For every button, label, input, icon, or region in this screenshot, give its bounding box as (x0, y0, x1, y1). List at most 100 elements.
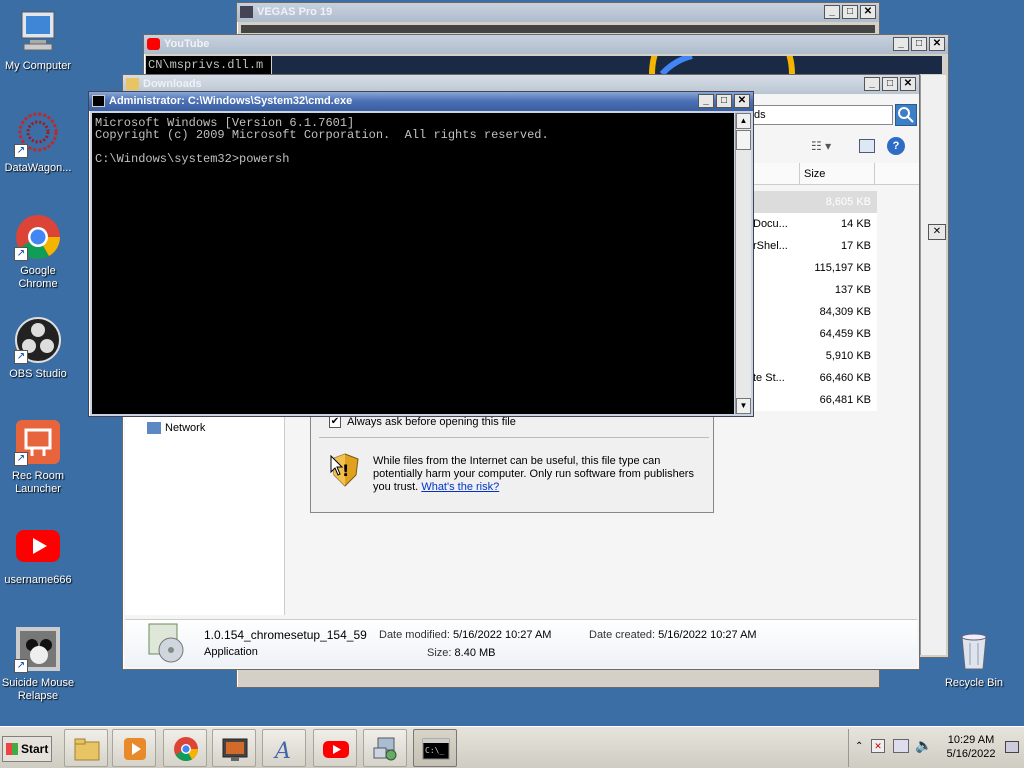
youtube-mini-close[interactable]: ✕ (928, 224, 946, 240)
network-icon (147, 422, 161, 435)
file-row[interactable]: 66,481 KB (753, 389, 877, 411)
taskbar-font-button[interactable]: A (262, 729, 306, 767)
taskbar-youtube-button[interactable] (313, 729, 357, 767)
desktop-icon-label: Recycle Bin (944, 677, 1004, 689)
desktop-icon-datawagon[interactable]: ↗ DataWagon... (0, 110, 76, 175)
cmd-titlebar[interactable]: Administrator: C:\Windows\System32\cmd.e… (89, 92, 753, 111)
close-button[interactable]: ✕ (860, 5, 876, 19)
obs-icon: ↗ (14, 316, 62, 364)
desktop-icon-username666[interactable]: username666 (0, 522, 76, 587)
show-hidden-icons-button[interactable]: ⌃ (855, 741, 863, 752)
shortcut-arrow-icon: ↗ (14, 144, 28, 158)
file-row[interactable]: rShel... 17 KB (753, 235, 877, 257)
always-ask-checkbox[interactable]: ✔ (329, 416, 341, 429)
details-type: Application (204, 646, 258, 658)
security-warning-dialog[interactable]: ✔ Always ask before opening this file ! … (310, 404, 714, 513)
youtube-icon (322, 736, 350, 762)
clock[interactable]: 10:29 AM 5/16/2022 (943, 733, 999, 761)
scroll-thumb[interactable] (736, 130, 751, 150)
close-button[interactable]: ✕ (734, 94, 750, 108)
close-button[interactable]: ✕ (929, 37, 945, 51)
details-filename: 1.0.154_chromesetup_154_59 (204, 628, 367, 642)
clock-date: 5/16/2022 (946, 748, 996, 760)
desktop-icon-label: OBS Studio (9, 368, 67, 380)
shortcut-arrow-icon: ↗ (14, 659, 28, 673)
taskbar-media-player-button[interactable] (112, 729, 156, 767)
shortcut-arrow-icon: ↗ (14, 350, 28, 364)
minimize-button[interactable]: _ (824, 5, 840, 19)
youtube-title: YouTube (164, 38, 210, 50)
desktop-icon-recroom[interactable]: ↗ Rec Room Launcher (0, 418, 76, 496)
windows-logo-icon (6, 743, 18, 755)
vegas-titlebar[interactable]: VEGAS Pro 19 _ □ ✕ (237, 3, 879, 22)
maximize-button[interactable]: □ (716, 94, 732, 108)
desktop-icon-label: Rec Room Launcher (12, 470, 64, 495)
media-player-icon (121, 736, 149, 762)
file-row[interactable]: 115,197 KB (753, 257, 877, 279)
explorer-icon (73, 736, 101, 762)
maximize-button[interactable]: □ (882, 77, 898, 91)
file-row[interactable]: 5,910 KB (753, 345, 877, 367)
taskbar-screen-recorder-button[interactable] (212, 729, 256, 767)
chrome-icon: ↗ (14, 213, 62, 261)
vegas-title: VEGAS Pro 19 (257, 6, 333, 18)
youtube-titlebar[interactable]: YouTube _ □ ✕ (144, 35, 948, 54)
screen-recorder-icon (221, 736, 249, 762)
computer-icon (14, 8, 62, 56)
taskbar-network-setup-button[interactable] (363, 729, 407, 767)
youtube-side-panel (920, 75, 946, 655)
mouse-cursor-icon (330, 454, 344, 477)
maximize-button[interactable]: □ (842, 5, 858, 19)
cmd-scrollbar[interactable]: ▲ ▼ (735, 113, 751, 414)
desktop-icon-obs[interactable]: ↗ OBS Studio (0, 316, 76, 381)
datawagon-icon: ↗ (14, 110, 62, 158)
whats-the-risk-link[interactable]: What's the risk? (421, 481, 499, 493)
cmd-console[interactable]: Microsoft Windows [Version 6.1.7601] Cop… (92, 113, 734, 414)
nav-item-network[interactable]: Network (147, 421, 205, 435)
action-center-icon[interactable]: ✕ (871, 739, 885, 753)
column-header-size[interactable]: Size (799, 163, 875, 185)
desktop-icon-my-computer[interactable]: My Computer (0, 8, 76, 73)
views-icon[interactable]: ☷ ▾ (811, 139, 831, 153)
file-row[interactable]: te St... 66,460 KB (753, 367, 877, 389)
scroll-down-button[interactable]: ▼ (736, 398, 751, 414)
youtube-video-area[interactable] (272, 56, 942, 74)
recycle-bin-icon (950, 625, 998, 673)
file-row[interactable]: 64,459 KB (753, 323, 877, 345)
desktop-icon-label: My Computer (4, 60, 72, 72)
taskbar: Start A C:\_ ⌃ ✕ 🔈 10:29 AM 5/16/2022 (0, 726, 1024, 768)
volume-icon[interactable]: 🔈 (915, 737, 932, 754)
taskbar-explorer-button[interactable] (64, 729, 108, 767)
minimize-button[interactable]: _ (893, 37, 909, 51)
preview-pane-icon[interactable] (859, 139, 875, 153)
console-text: CN\msprivs.dll.m (148, 58, 264, 72)
file-row[interactable]: 8,605 KB (753, 191, 877, 213)
network-icon[interactable] (893, 739, 909, 753)
cmd-output: Microsoft Windows [Version 6.1.7601] Cop… (95, 117, 549, 165)
file-list: 8,605 KB Docu... 14 KB rShel... 17 KB 115,… (753, 191, 877, 411)
close-button[interactable]: ✕ (900, 77, 916, 91)
scroll-up-button[interactable]: ▲ (736, 113, 751, 129)
taskbar-chrome-button[interactable] (163, 729, 207, 767)
minimize-button[interactable]: _ (698, 94, 714, 108)
cmd-window[interactable]: Administrator: C:\Windows\System32\cmd.e… (88, 91, 754, 417)
shortcut-arrow-icon: ↗ (14, 452, 28, 466)
start-button[interactable]: Start (2, 736, 52, 762)
desktop-icon-suicide-mouse[interactable]: ↗ Suicide Mouse Relapse (0, 625, 76, 703)
column-header-row: Size (753, 163, 919, 185)
show-desktop-button[interactable] (1005, 741, 1019, 753)
details-date-modified: Date modified: 5/16/2022 10:27 AM (379, 629, 552, 641)
search-icon[interactable] (895, 104, 917, 126)
file-row[interactable]: 84,309 KB (753, 301, 877, 323)
taskbar-cmd-button[interactable]: C:\_ (413, 729, 457, 767)
downloads-search-box[interactable]: ds (751, 105, 893, 125)
maximize-button[interactable]: □ (911, 37, 927, 51)
clock-time: 10:29 AM (947, 734, 995, 746)
svg-text:A: A (273, 739, 291, 762)
desktop-icon-chrome[interactable]: ↗ Google Chrome (0, 213, 76, 291)
help-icon[interactable]: ? (887, 137, 905, 155)
file-row[interactable]: Docu... 14 KB (753, 213, 877, 235)
file-row[interactable]: 137 KB (753, 279, 877, 301)
game-icon: ↗ (14, 625, 62, 673)
minimize-button[interactable]: _ (864, 77, 880, 91)
